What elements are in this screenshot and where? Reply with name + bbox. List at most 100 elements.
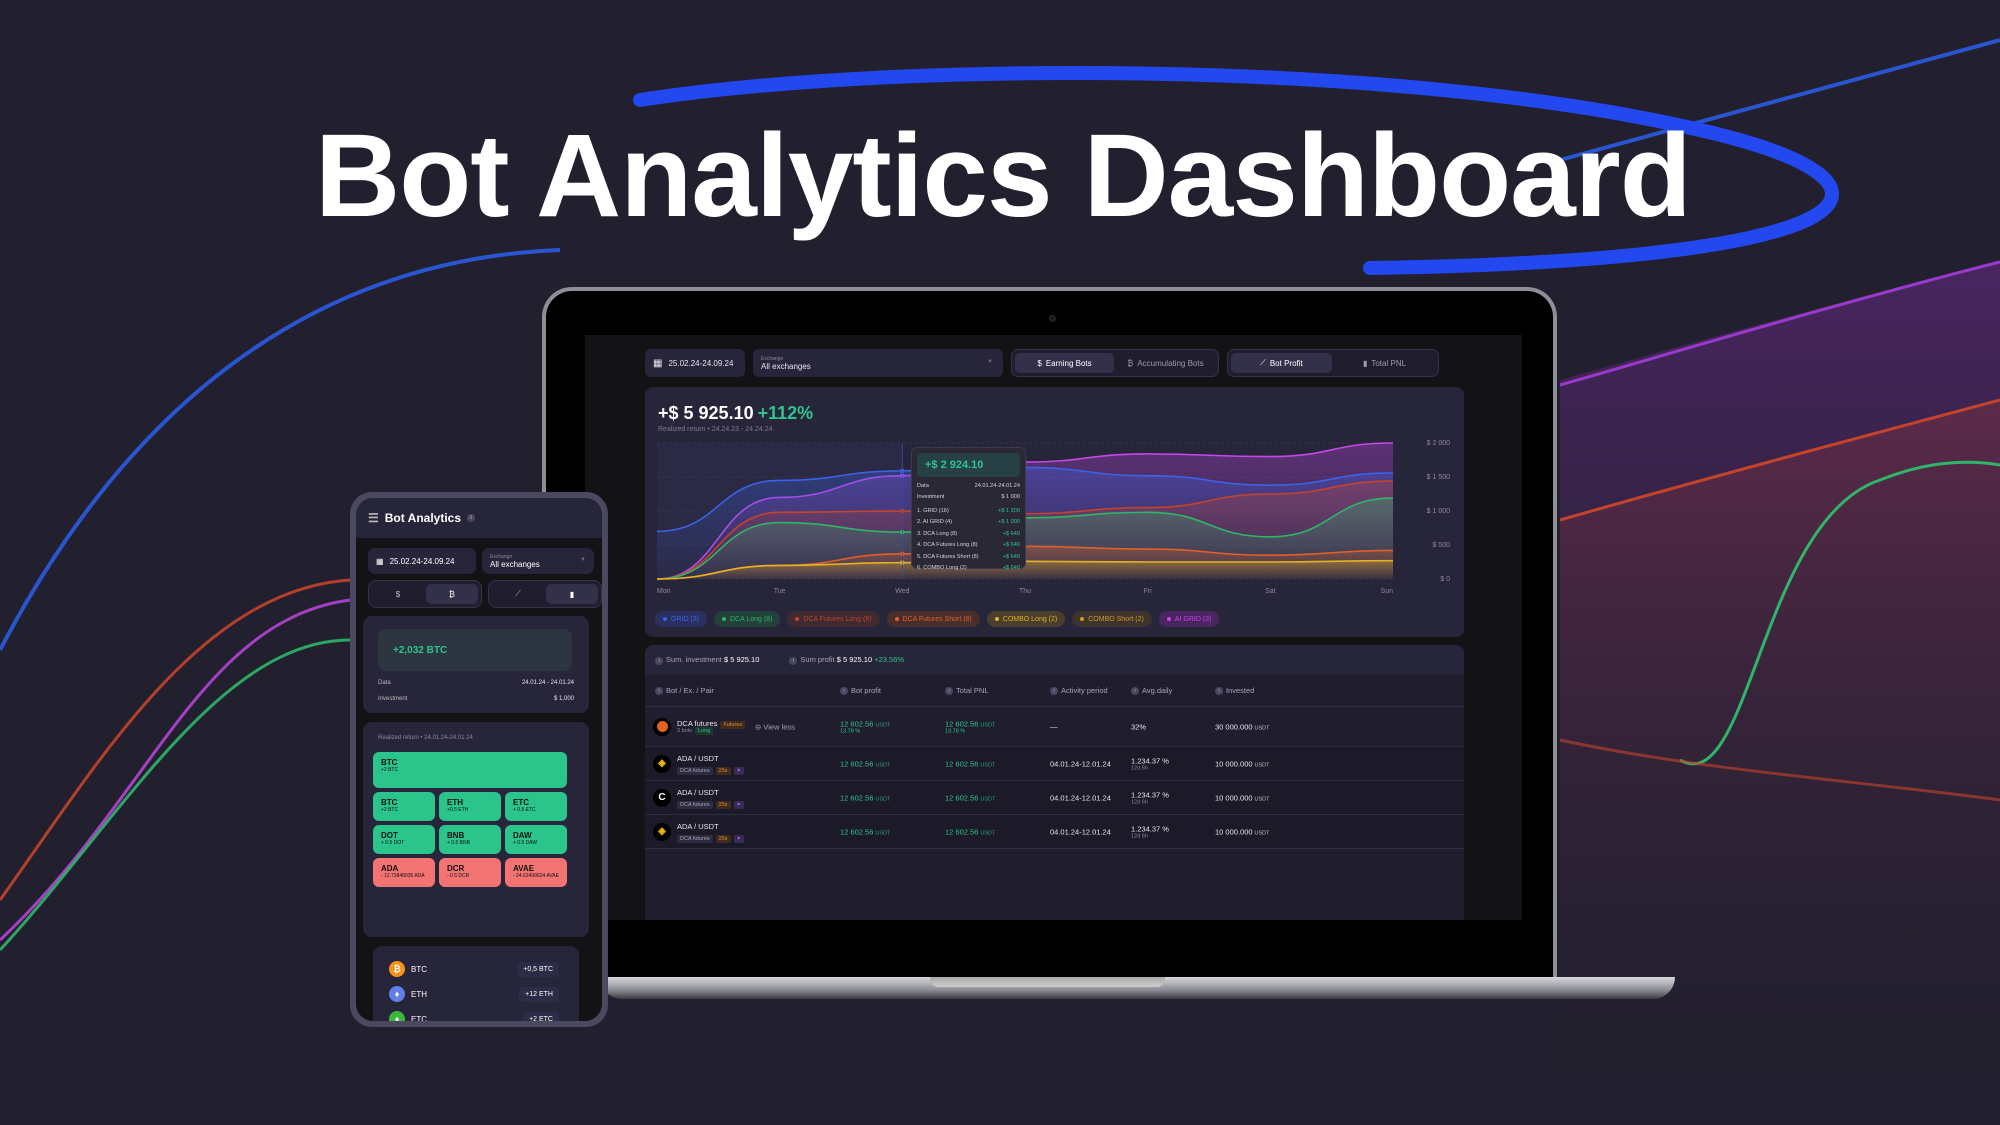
tab-usd[interactable]: $ — [372, 584, 424, 604]
column-header-label: Total PNL — [956, 685, 989, 695]
mobile-date-value: 25.02.24-24.09.24 — [389, 556, 455, 566]
pair-cell: ◈ ADA / USDT DCA futures 25x ✦ — [653, 822, 745, 843]
tooltip-row-label: 5. DCA Futures Short (8) — [917, 553, 979, 560]
column-header[interactable]: i Avg.daily — [1131, 686, 1172, 695]
bot-mode-toggle: $ Earning Bots ₿ Accumulating Bots — [1011, 349, 1219, 377]
legend-dot — [1166, 617, 1171, 621]
legend-label: GRID (3) — [671, 615, 699, 623]
period-cell: 04.01.24-12.01.24 — [1050, 759, 1111, 768]
heatmap-tile[interactable]: ETC + 0.5 ETC — [505, 792, 567, 821]
date-range-picker[interactable]: ▦ 25.02.24-24.09.24 — [645, 349, 745, 377]
table-row[interactable]: ◈ ADA / USDT DCA futures 25x ✦ 12 602.56 USDT 1… — [645, 747, 1464, 781]
etc-icon: ♦ — [389, 1011, 405, 1021]
table-row-group[interactable]: DCA futures Futures 3 bots Long ⊖ View less 1… — [645, 707, 1464, 747]
legend-chip[interactable]: GRID (3) — [655, 611, 707, 627]
mobile-exchange-select[interactable]: Exchange All exchanges ▼ — [482, 548, 594, 574]
info-icon[interactable]: i — [467, 514, 476, 522]
table-header: i Bot / Ex. / Pair i Bot profit i Total PNL i A… — [645, 675, 1464, 707]
direction-tag: Long — [694, 727, 714, 735]
menu-icon[interactable]: ☰ — [368, 511, 379, 525]
column-header[interactable]: i Invested — [1215, 686, 1254, 695]
tooltip-row-label: 4. DCA Futures Long (8) — [917, 542, 978, 549]
column-header[interactable]: i Total PNL — [945, 686, 989, 695]
bar-chart-icon[interactable]: ▮ — [546, 584, 598, 604]
sum-investment-label: Sum. investment — [666, 655, 722, 665]
legend-chip[interactable]: COMBO Long (2) — [986, 611, 1066, 627]
tab-earning-bots[interactable]: $ Earning Bots — [1015, 353, 1114, 373]
tab-btc[interactable]: ₿ — [426, 584, 478, 604]
label: Investment — [378, 696, 408, 702]
legend-chip[interactable]: DCA Futures Short (8) — [886, 611, 980, 627]
heatmap-tile[interactable]: AVAE - 24.63499624 AVAE — [505, 858, 567, 887]
heatmap-tile[interactable]: ETH +0.5 ETH — [439, 792, 501, 821]
heatmap-tile[interactable]: BTC +2 BTC — [373, 792, 435, 821]
legend-chip[interactable]: DCA Long (8) — [714, 611, 781, 627]
tile-symbol: DCR — [447, 864, 465, 873]
legend-label: DCA Futures Long (8) — [803, 615, 872, 623]
profit-cell: 12 602.56 USDT — [840, 827, 891, 836]
column-header[interactable]: i Bot profit — [840, 686, 881, 695]
tooltip-row: 1. GRID (16) +$ 1 200 — [917, 505, 1020, 517]
column-header[interactable]: i Bot / Ex. / Pair — [655, 686, 714, 695]
info-icon[interactable]: i — [655, 656, 663, 665]
tab-total-pnl[interactable]: ▮ Total PNL — [1334, 353, 1435, 373]
avg-daily-value: 1.234.37 % — [1131, 790, 1169, 799]
profit-cell: 12 602.56 USDT — [945, 827, 996, 836]
legend-chip[interactable]: AI GRID (3) — [1158, 611, 1220, 627]
coin-name: ETC — [411, 1014, 427, 1022]
info-icon[interactable]: i — [1131, 687, 1139, 695]
pair-tags: DCA futures 25x ✦ — [677, 765, 745, 775]
date-range-value: 25.02.24-24.09.24 — [668, 358, 734, 368]
heatmap-tile[interactable]: ADA - 12.73848035 ADA — [373, 858, 435, 887]
legend-label: DCA Futures Short (8) — [902, 615, 972, 623]
mobile-heatmap-card: Realized return • 24.01.24-24.01.24 BTC +… — [363, 722, 589, 937]
info-icon[interactable]: i — [840, 687, 848, 695]
exchange-select[interactable]: Exchange All exchanges ▼ — [753, 349, 1003, 377]
legend-chip[interactable]: COMBO Short (2) — [1072, 611, 1152, 627]
tile-value: +0.5 ETH — [447, 807, 469, 813]
laptop-camera — [1049, 315, 1056, 322]
info-icon[interactable]: i — [945, 687, 953, 695]
coin-row[interactable]: ♦ ETH +12 ETH — [389, 983, 559, 1005]
coin-row[interactable]: ₿ BTC +0,5 BTC — [389, 958, 559, 980]
profit-area-chart[interactable]: $ 0 $ 500 $ 1 000 $ 1 500 $ 2 000 Mon Tue Wed Th… — [645, 387, 1464, 637]
tooltip-row-label: 1. GRID (16) — [917, 507, 949, 514]
bot-name-block: DCA futures Futures 3 bots Long — [677, 719, 746, 735]
profit-cell: 12 602.56 USDT — [945, 793, 996, 802]
info-icon[interactable]: i — [1215, 687, 1223, 695]
legend-chip[interactable]: DCA Futures Long (8) — [787, 611, 880, 627]
heatmap-tile[interactable]: BTC +2 BTC — [373, 752, 567, 788]
tab-accumulating-bots[interactable]: ₿ Accumulating Bots — [1116, 353, 1215, 373]
sum-profit-value: $ 5 925.10 — [836, 655, 873, 665]
avg-daily-cell: 32% — [1131, 722, 1147, 731]
table-row[interactable]: C ADA / USDT DCA futures 25x ✦ 12 602.56 USDT 1… — [645, 781, 1464, 815]
heatmap-tile[interactable]: DAW + 0.5 DAW — [505, 825, 567, 854]
sum-profit-percent: +23.56% — [874, 655, 905, 665]
x-tick-label: Thu — [1019, 588, 1031, 595]
heatmap-tile[interactable]: DCR - 0.5 DCR — [439, 858, 501, 887]
tile-value: +2 BTC — [381, 767, 399, 773]
tooltip-row-value: +$ 1 000 — [998, 519, 1020, 526]
tab-label: Earning Bots — [1045, 358, 1092, 368]
coin-row[interactable]: ♦ ETC +2 ETC — [389, 1008, 559, 1021]
table-row[interactable]: ◈ ADA / USDT DCA futures 25x ✦ 12 602.56 USDT 1… — [645, 815, 1464, 849]
mobile-header: ☰ Bot Analytics i — [356, 498, 602, 538]
info-icon[interactable]: i — [1050, 687, 1058, 695]
view-less-button[interactable]: ⊖ View less — [755, 722, 795, 731]
info-icon[interactable]: i — [655, 687, 663, 695]
line-chart-icon[interactable]: ⟋ — [492, 584, 544, 604]
tooltip-row-value: +$ 640 — [1002, 530, 1020, 537]
mobile-date-picker[interactable]: ▦ 25.02.24-24.09.24 — [368, 548, 476, 574]
hero-title: Bot Analytics Dashboard — [315, 110, 1692, 242]
heatmap-tile[interactable]: DOT + 0.5 DOT — [373, 825, 435, 854]
column-header[interactable]: i Activity period — [1050, 686, 1108, 695]
x-tick-label: Fri — [1144, 588, 1153, 595]
tab-bot-profit[interactable]: ⟋ Bot Profit — [1231, 353, 1332, 373]
laptop-base — [600, 977, 1675, 999]
tooltip-row-label: 6. COMBO Long (2) — [917, 565, 967, 572]
heatmap-tile[interactable]: BNB + 0.5 BNB — [439, 825, 501, 854]
tooltip-row-value: +$ 640 — [1002, 553, 1020, 560]
heatmap-subtitle: Realized return • 24.01.24-24.01.24 — [378, 735, 473, 741]
info-icon[interactable]: i — [789, 656, 798, 665]
column-header-label: Bot / Ex. / Pair — [666, 685, 714, 695]
